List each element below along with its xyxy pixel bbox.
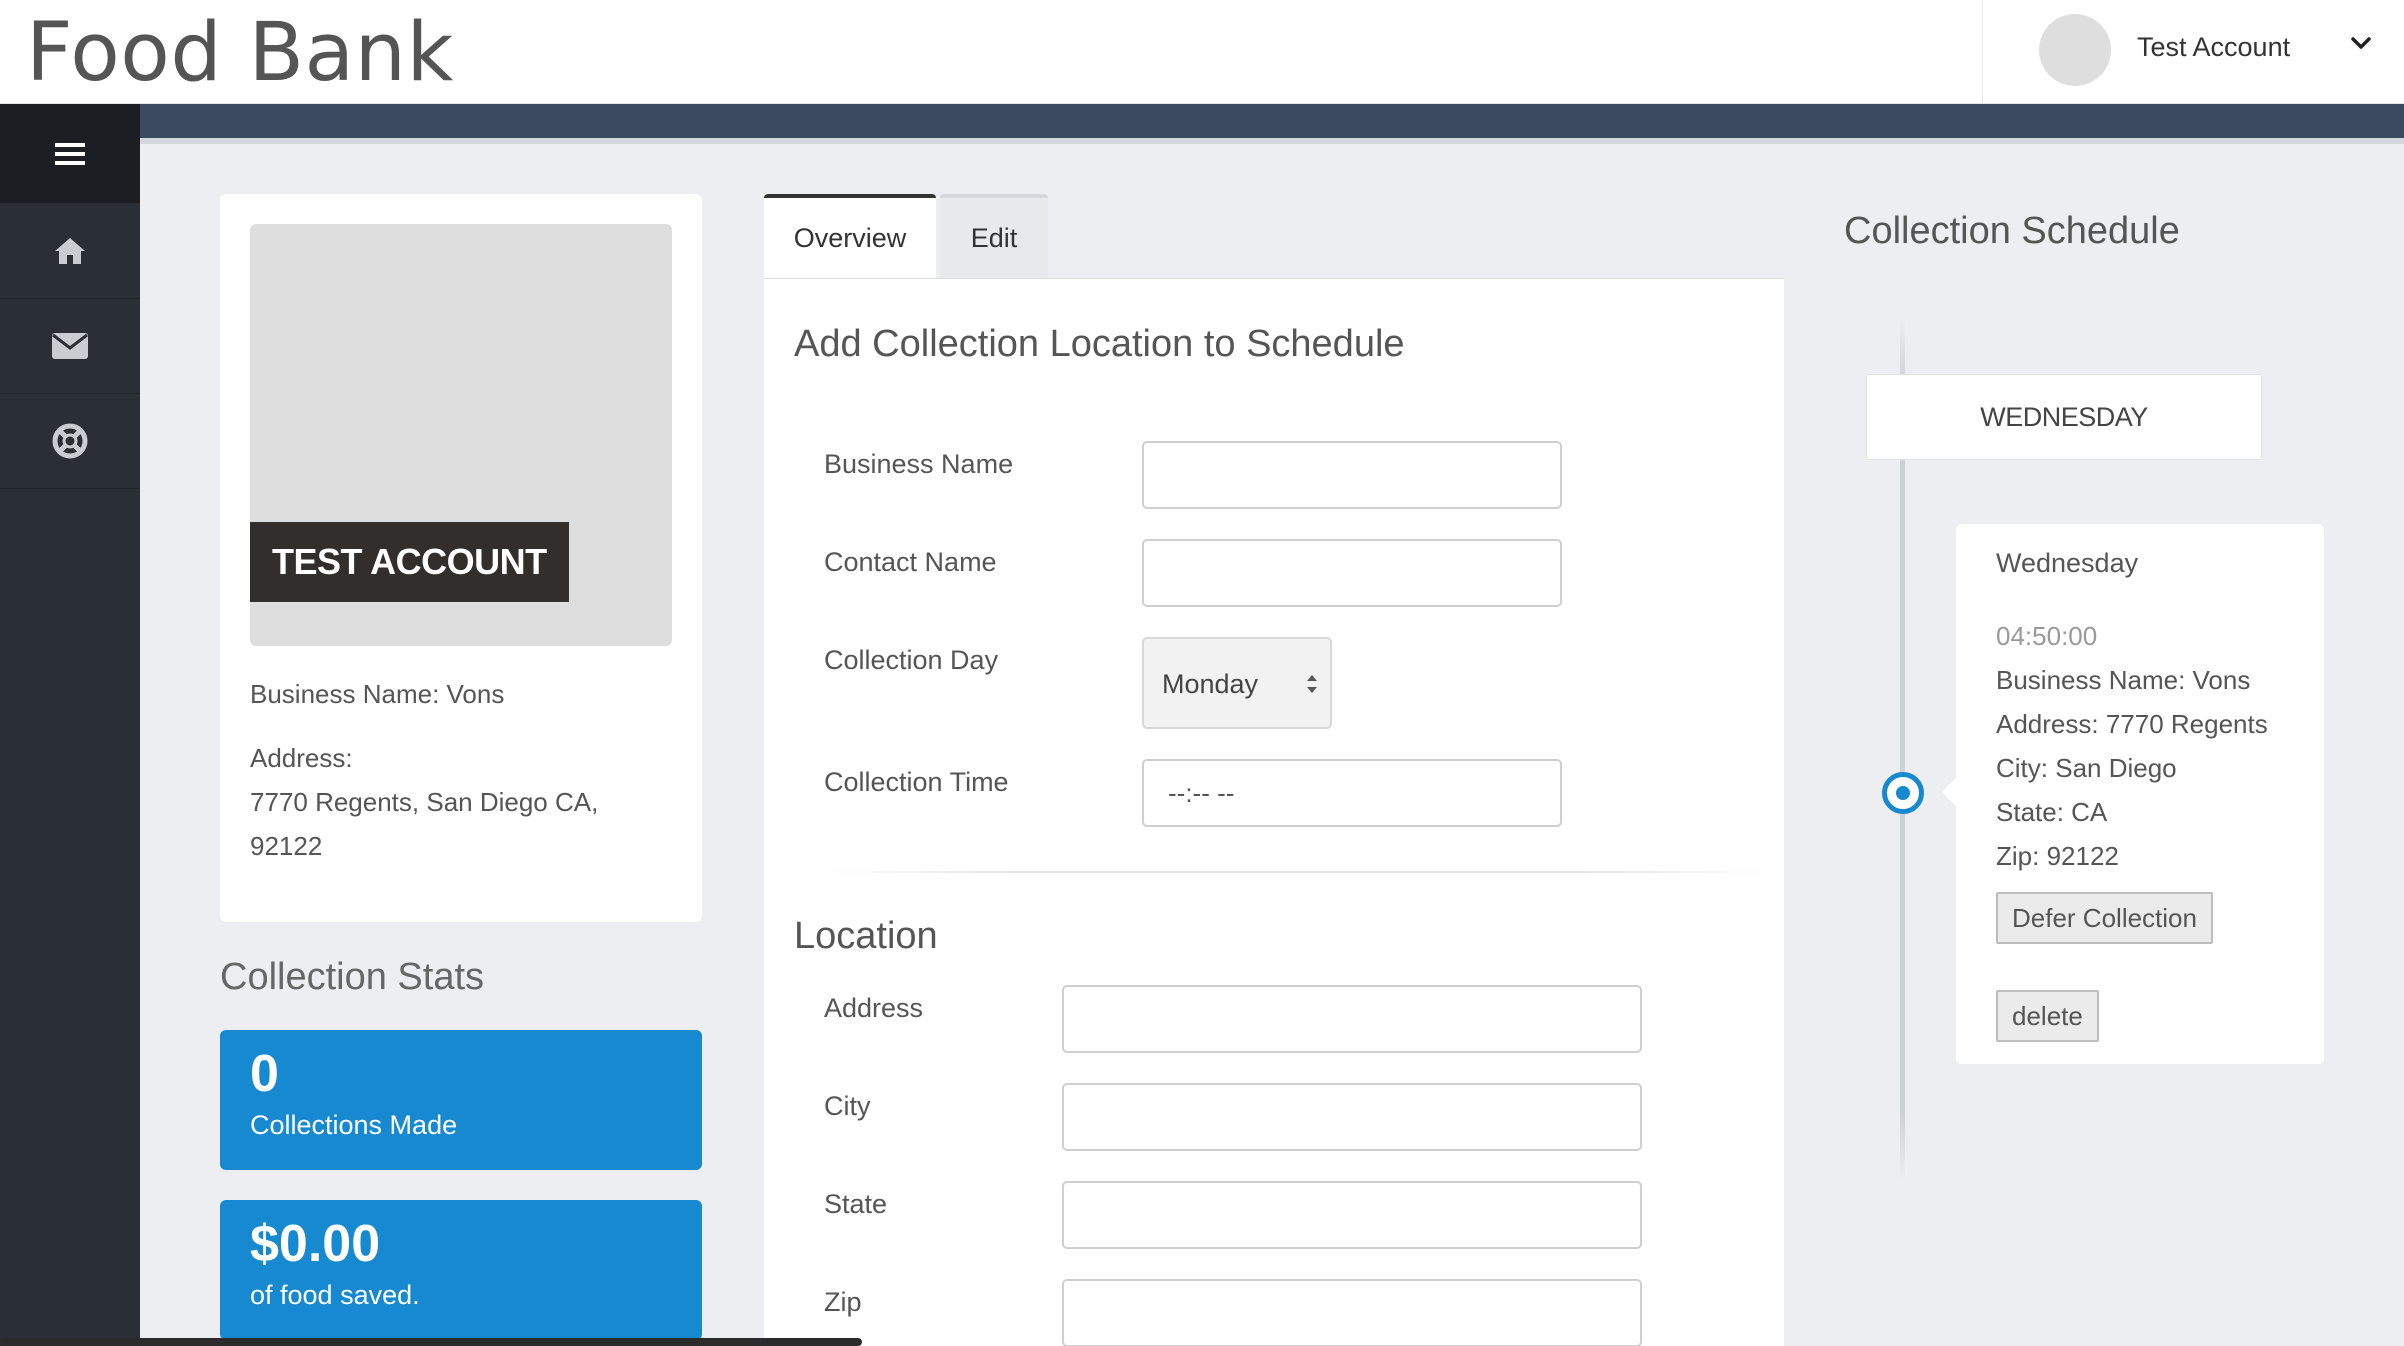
business-name-input[interactable] [1142,441,1562,509]
state-input[interactable] [1062,1181,1642,1249]
collection-time-input[interactable] [1142,759,1562,827]
mail-icon [51,332,89,360]
horizontal-scrollbar[interactable] [0,1338,862,1346]
add-location-form: Add Collection Location to Schedule Busi… [764,278,1784,1346]
sidebar-menu-toggle[interactable] [0,104,140,203]
zip-input[interactable] [1062,1279,1642,1346]
profile-address-line1: 7770 Regents, San Diego CA, [250,787,599,817]
chevron-down-icon[interactable] [2348,30,2374,56]
stat-saved-value: $0.00 [250,1215,381,1273]
event-business: Business Name: Vons [1996,665,2251,695]
app-brand[interactable]: Food Bank [26,6,454,100]
event-state: State: CA [1996,797,2108,827]
collection-time-label: Collection Time [824,767,1009,797]
profile-card: TEST ACCOUNT Business Name: Vons Address… [220,194,702,922]
sidebar-divider [0,488,140,489]
delete-collection-button[interactable]: delete [1996,990,2099,1042]
select-arrows-icon [1304,671,1320,697]
lifebuoy-icon [52,423,88,459]
stat-collections-value: 0 [250,1045,279,1103]
event-details: 04:50:00 Business Name: Vons Address: 77… [1996,614,2268,878]
address-label: Address [824,993,924,1023]
stat-food-saved: $0.00 of food saved. [220,1200,702,1340]
event-card-pointer [1942,778,1956,806]
event-city: City: San Diego [1996,753,2177,783]
collection-day-label: Collection Day [824,645,999,675]
header-divider [1982,0,1983,104]
sidebar-item-home[interactable] [0,203,140,298]
timeline-marker-icon [1882,772,1924,814]
collection-day-select[interactable]: Monday [1142,637,1332,729]
schedule-event-card: Wednesday 04:50:00 Business Name: Vons A… [1942,524,2324,1064]
contact-name-label: Contact Name [824,547,997,577]
location-section-title: Location [794,915,938,957]
event-zip: Zip: 92122 [1996,841,2119,871]
stat-collections-label: Collections Made [250,1110,458,1140]
collection-day-value: Monday [1162,669,1259,699]
account-name[interactable]: Test Account [2137,32,2290,63]
timeline-day-header: WEDNESDAY [1866,374,2262,460]
form-title: Add Collection Location to Schedule [794,323,1405,365]
home-icon [53,236,87,266]
avatar[interactable] [2039,14,2111,86]
defer-collection-button[interactable]: Defer Collection [1996,892,2213,944]
contact-name-input[interactable] [1142,539,1562,607]
event-address: Address: 7770 Regents [1996,709,2268,739]
event-time: 04:50:00 [1996,621,2098,651]
sidebar-item-messages[interactable] [0,298,140,393]
profile-name-tag: TEST ACCOUNT [250,522,569,602]
business-name-label: Business Name [824,449,1014,479]
top-header: Food Bank Test Account [0,0,2404,104]
zip-label: Zip [824,1287,862,1317]
profile-info: Business Name: Vons Address: 7770 Regent… [250,672,680,868]
address-input[interactable] [1062,985,1642,1053]
city-input[interactable] [1062,1083,1642,1151]
page-top-band [140,104,2404,144]
event-day: Wednesday [1996,548,2139,578]
stats-title: Collection Stats [220,956,485,998]
form-divider [824,871,1774,873]
menu-icon [55,142,85,166]
sidebar [0,104,140,1346]
schedule-title: Collection Schedule [1844,210,2180,252]
tab-edit[interactable]: Edit [940,194,1048,278]
city-label: City [824,1091,871,1121]
state-label: State [824,1189,888,1219]
profile-address-line2: 92122 [250,831,323,861]
stat-saved-label: of food saved. [250,1280,420,1310]
sidebar-item-help[interactable] [0,393,140,488]
profile-business-name: Business Name: Vons [250,679,505,709]
tab-overview[interactable]: Overview [764,194,936,278]
stat-collections-made: 0 Collections Made [220,1030,702,1170]
profile-address-label: Address: [250,743,353,773]
